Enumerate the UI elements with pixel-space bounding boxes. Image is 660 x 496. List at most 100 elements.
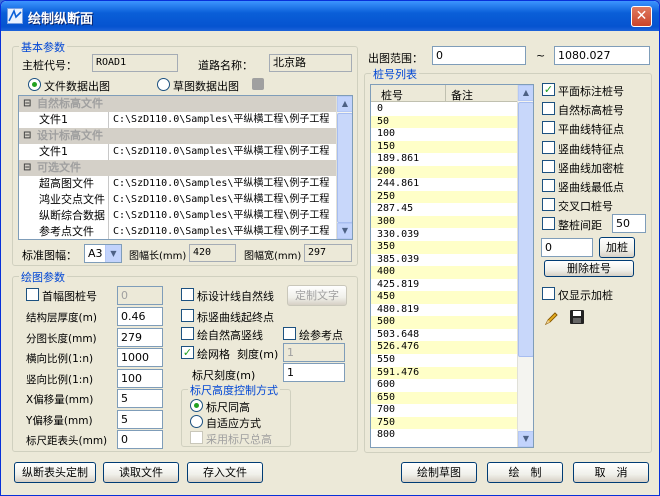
close-button[interactable]: ✕ — [631, 6, 652, 27]
collapse-icon[interactable]: ⊟ — [23, 128, 31, 144]
draw-field-input[interactable]: 5 — [117, 389, 163, 408]
draw-field-input[interactable]: 5 — [117, 409, 163, 429]
scroll-down-icon[interactable]: ▼ — [337, 223, 352, 239]
scroll-up-icon[interactable]: ▲ — [337, 96, 352, 112]
tree-file-path[interactable]: C:\SzD110.0\Samples\平纵横工程\例子工程 — [111, 144, 329, 160]
pile-row[interactable]: 189.861 — [371, 153, 517, 166]
chevron-down-icon[interactable]: ▼ — [105, 245, 121, 262]
natural-elev-checkbox[interactable] — [181, 327, 194, 340]
pile-row[interactable]: 385.039 — [371, 253, 517, 267]
draw-field-input[interactable]: 1000 — [117, 348, 163, 367]
draw-field-input[interactable]: 0.46 — [117, 307, 163, 326]
pile-row[interactable]: 750 — [371, 416, 517, 430]
draw-field-input[interactable]: 0 — [117, 430, 163, 449]
scroll-thumb[interactable] — [337, 113, 352, 223]
pile-row[interactable]: 591.476 — [371, 366, 517, 380]
pile-row[interactable]: 0 — [371, 103, 517, 116]
tree-file-row[interactable]: 文件1 C:\SzD110.0\Samples\平纵横工程\例子工程 — [19, 112, 337, 128]
pile-list-scrollbar[interactable]: ▲ ▼ — [517, 85, 533, 447]
scroll-thumb[interactable] — [518, 102, 533, 357]
draw-field-input[interactable]: 279 — [117, 327, 163, 347]
delete-pile-button[interactable]: 删除桩号 — [544, 260, 634, 277]
pile-row[interactable]: 200 — [371, 165, 517, 179]
pile-row[interactable]: 400 — [371, 266, 517, 279]
add-pile-button[interactable]: 加桩 — [599, 237, 635, 258]
sketch-settings-icon[interactable] — [252, 78, 264, 90]
pile-row[interactable]: 300 — [371, 215, 517, 229]
pile-row[interactable]: 100 — [371, 128, 517, 141]
paper-size-select[interactable]: A3 ▼ — [84, 244, 122, 263]
tree-file-path[interactable]: C:\SzD110.0\Samples\平纵横工程\例子工程 — [111, 176, 329, 192]
ruler-scale-input[interactable]: 1 — [283, 363, 345, 382]
tree-file-path[interactable]: C:\SzD110.0\Samples\平纵横工程\例子工程 — [111, 112, 329, 128]
radio-ruler-same[interactable] — [190, 399, 203, 412]
whole-pile-checkbox[interactable] — [542, 217, 555, 230]
pile-row[interactable]: 500 — [371, 316, 517, 329]
tree-file-row[interactable]: 纵断综合数据 C:\SzD110.0\Samples\平纵横工程\例子工程 — [19, 208, 337, 224]
add-pile-input[interactable]: 0 — [541, 238, 593, 257]
read-file-button[interactable]: 读取文件 — [103, 462, 179, 483]
save-file-button[interactable]: 存入文件 — [187, 462, 263, 483]
pile-row[interactable]: 526.476 — [371, 341, 517, 354]
scroll-down-icon[interactable]: ▼ — [518, 431, 533, 447]
draw-field-input[interactable]: 100 — [117, 368, 163, 388]
header-custom-button[interactable]: 纵断表头定制 — [14, 462, 96, 483]
vcurve-checkbox[interactable] — [181, 309, 194, 322]
option-checkbox[interactable] — [542, 102, 555, 116]
grid-checkbox[interactable]: ✓ — [181, 346, 194, 359]
option-checkbox[interactable] — [542, 198, 555, 212]
radio-sketch-data[interactable] — [157, 78, 170, 91]
option-checkbox[interactable] — [542, 140, 555, 154]
range-from-input[interactable]: 0 — [432, 46, 526, 65]
draw-button[interactable]: 绘 制 — [487, 462, 563, 483]
draw-sketch-button[interactable]: 绘制草图 — [401, 462, 477, 483]
tree-section-header[interactable]: ⊟ 设计标高文件 — [19, 128, 337, 144]
range-to-input[interactable]: 1080.027 — [554, 46, 650, 65]
design-line-checkbox[interactable] — [181, 288, 194, 301]
whole-pile-input[interactable]: 50 — [612, 214, 646, 233]
first-pile-input[interactable]: 0 — [117, 286, 163, 305]
pile-row[interactable]: 650 — [371, 391, 517, 405]
col-note-header[interactable]: 备注 — [451, 87, 473, 103]
pile-row[interactable]: 250 — [371, 190, 517, 204]
option-checkbox[interactable] — [542, 121, 555, 135]
pile-list[interactable]: 桩号 备注 0 50 100 150 189.861 200 244.861 250 287.4… — [370, 84, 534, 448]
pile-row[interactable]: 330.039 — [371, 228, 517, 241]
pile-row[interactable]: 50 — [371, 115, 517, 129]
scroll-up-icon[interactable]: ▲ — [518, 85, 533, 101]
option-checkbox[interactable] — [542, 179, 555, 192]
tree-file-path[interactable]: C:\SzD110.0\Samples\平纵横工程\例子工程 — [111, 208, 329, 224]
custom-text-button[interactable]: 定制文字 — [287, 285, 347, 306]
save-icon[interactable] — [570, 310, 584, 324]
tree-file-path[interactable]: C:\SzD110.0\Samples\平纵横工程\例子工程 — [111, 224, 329, 239]
collapse-icon[interactable]: ⊟ — [23, 160, 31, 176]
col-pile-header[interactable]: 桩号 — [381, 87, 403, 103]
tree-section-header[interactable]: ⊟ 自然标高文件 — [19, 96, 337, 112]
pile-row[interactable]: 600 — [371, 379, 517, 392]
pile-row[interactable]: 287.45 — [371, 203, 517, 216]
radio-ruler-adaptive[interactable] — [190, 415, 203, 428]
tree-file-row[interactable]: 超高图文件 C:\SzD110.0\Samples\平纵横工程\例子工程 — [19, 176, 337, 192]
ref-point-checkbox[interactable] — [283, 327, 296, 340]
pile-row[interactable]: 550 — [371, 354, 517, 367]
option-checkbox[interactable]: ✓ — [542, 83, 555, 96]
pile-row[interactable]: 480.819 — [371, 303, 517, 317]
pile-row[interactable]: 244.861 — [371, 178, 517, 191]
pile-row[interactable]: 425.819 — [371, 278, 517, 292]
pile-row[interactable]: 700 — [371, 404, 517, 417]
pile-row[interactable]: 450 — [371, 291, 517, 304]
collapse-icon[interactable]: ⊟ — [23, 96, 31, 112]
tree-section-header[interactable]: ⊟ 可选文件 — [19, 160, 337, 176]
only-added-checkbox[interactable] — [542, 287, 555, 300]
tree-file-row[interactable]: 参考点文件 C:\SzD110.0\Samples\平纵横工程\例子工程 — [19, 224, 337, 239]
pile-row[interactable]: 800 — [371, 429, 517, 442]
option-checkbox[interactable] — [542, 159, 555, 173]
ruler-total-checkbox[interactable] — [190, 431, 203, 444]
tree-file-path[interactable]: C:\SzD110.0\Samples\平纵横工程\例子工程 — [111, 192, 329, 208]
cancel-button[interactable]: 取 消 — [573, 462, 649, 483]
file-tree[interactable]: ⊟ 自然标高文件 文件1 C:\SzD110.0\Samples\平纵横工程\例子工程… — [18, 95, 353, 240]
pile-row[interactable]: 350 — [371, 241, 517, 254]
grid-scale-input[interactable]: 1 — [283, 343, 345, 362]
pile-row[interactable]: 503.648 — [371, 328, 517, 342]
file-tree-scrollbar[interactable]: ▲ ▼ — [336, 96, 352, 239]
